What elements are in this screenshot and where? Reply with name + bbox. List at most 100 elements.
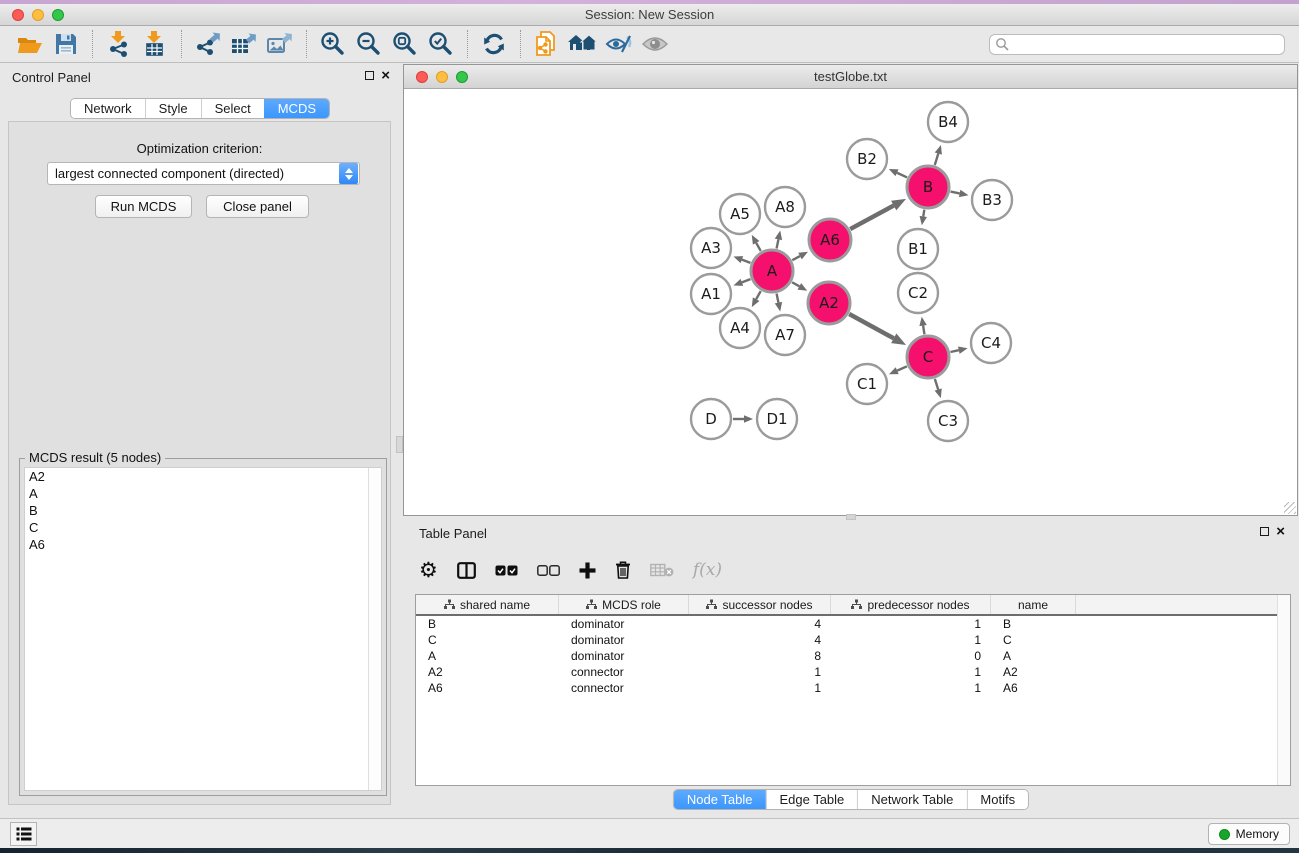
table-cell: 1: [689, 680, 831, 696]
result-list-item[interactable]: C: [25, 519, 381, 536]
export-network-icon[interactable]: [190, 29, 226, 59]
table-scrollbar[interactable]: [1277, 595, 1290, 785]
graph-edge-arrowhead: [959, 190, 969, 197]
tab-mcds[interactable]: MCDS: [264, 99, 329, 118]
table-tab-node-table[interactable]: Node Table: [674, 790, 766, 809]
select-all-columns-icon[interactable]: [495, 565, 518, 576]
network-view-window: testGlobe.txt AA1A2A3A4A5A6A7A8BB1B2B3B4…: [403, 64, 1298, 516]
tab-select[interactable]: Select: [201, 99, 264, 118]
network-resize-grip[interactable]: [1284, 502, 1296, 514]
main-toolbar: [0, 26, 1299, 63]
close-table-panel-icon[interactable]: ×: [1276, 526, 1285, 537]
graph-edge-A6-B[interactable]: [850, 206, 893, 230]
result-list-scrollbar[interactable]: [368, 468, 381, 790]
tab-network[interactable]: Network: [71, 99, 145, 118]
graph-edge-A-A4[interactable]: [756, 291, 761, 299]
search-input[interactable]: [1010, 36, 1284, 53]
graph-edge-B-B2[interactable]: [897, 173, 907, 178]
export-table-icon[interactable]: [226, 29, 262, 59]
column-header-successor-nodes[interactable]: successor nodes: [689, 595, 831, 614]
export-image-icon[interactable]: [262, 29, 298, 59]
float-panel-icon[interactable]: [365, 71, 374, 80]
add-column-icon[interactable]: [579, 562, 596, 579]
save-session-icon[interactable]: [48, 29, 84, 59]
table-row[interactable]: A2connector11A2: [416, 664, 1290, 680]
column-layout-icon[interactable]: [457, 562, 476, 579]
criterion-dropdown[interactable]: largest connected component (directed): [47, 162, 360, 185]
graph-edge-A-A3[interactable]: [742, 260, 751, 263]
graph-edge-A-A7[interactable]: [777, 294, 779, 303]
search-field[interactable]: [989, 34, 1285, 55]
open-session-icon[interactable]: [12, 29, 48, 59]
result-list-item[interactable]: A: [25, 485, 381, 502]
graph-node-label-C2: C2: [908, 284, 928, 302]
result-list-item[interactable]: A2: [25, 468, 381, 485]
graph-node-label-D: D: [705, 410, 717, 428]
tab-style[interactable]: Style: [145, 99, 201, 118]
graph-edge-C-C4[interactable]: [950, 350, 958, 352]
graph-edge-B-B1[interactable]: [923, 210, 924, 217]
zoom-out-icon[interactable]: [351, 29, 387, 59]
graph-edge-B-B3[interactable]: [951, 192, 960, 194]
zoom-fit-icon[interactable]: [387, 29, 423, 59]
run-mcds-button[interactable]: Run MCDS: [95, 195, 192, 218]
main-titlebar[interactable]: Session: New Session: [0, 4, 1299, 26]
network-minimize-button[interactable]: [436, 71, 448, 83]
float-table-panel-icon[interactable]: [1260, 527, 1269, 536]
import-table-icon[interactable]: [137, 29, 173, 59]
maximize-window-button[interactable]: [52, 9, 64, 21]
network-maximize-button[interactable]: [456, 71, 468, 83]
mcds-result-list[interactable]: A2ABCA6: [24, 467, 382, 791]
deselect-all-columns-icon[interactable]: [537, 565, 560, 576]
close-panel-button[interactable]: Close panel: [206, 195, 309, 218]
table-cell: 1: [831, 680, 991, 696]
graph-edge-A2-C[interactable]: [849, 314, 894, 338]
result-list-item[interactable]: B: [25, 502, 381, 519]
network-canvas[interactable]: AA1A2A3A4A5A6A7A8BB1B2B3B4CC1C2C3C4DD1: [404, 90, 1297, 515]
minimize-window-button[interactable]: [32, 9, 44, 21]
new-network-from-file-icon[interactable]: [529, 29, 565, 59]
column-header-mcds-role[interactable]: MCDS role: [559, 595, 689, 614]
table-tab-network-table[interactable]: Network Table: [857, 790, 966, 809]
criterion-value: largest connected component (directed): [48, 166, 339, 181]
graph-edge-A-A8[interactable]: [777, 239, 779, 248]
graph-edge-C-C3[interactable]: [935, 379, 938, 390]
column-header-predecessor-nodes[interactable]: predecessor nodes: [831, 595, 991, 614]
task-history-button[interactable]: [10, 822, 37, 846]
table-row[interactable]: A6connector11A6: [416, 680, 1290, 696]
vertical-splitter-handle[interactable]: [396, 436, 403, 453]
memory-button[interactable]: Memory: [1208, 823, 1290, 845]
zoom-in-icon[interactable]: [315, 29, 351, 59]
zoom-selected-icon[interactable]: [423, 29, 459, 59]
table-cell: A6: [991, 680, 1076, 696]
network-close-button[interactable]: [416, 71, 428, 83]
table-row[interactable]: Cdominator41C: [416, 632, 1290, 648]
delete-column-icon[interactable]: [615, 561, 631, 579]
settings-gear-icon[interactable]: ⚙: [419, 560, 438, 581]
graph-edge-B-B4[interactable]: [935, 154, 939, 165]
home-icon[interactable]: [565, 29, 601, 59]
table-tab-edge-table[interactable]: Edge Table: [765, 790, 857, 809]
table-row[interactable]: Adominator80A: [416, 648, 1290, 664]
node-table[interactable]: shared nameMCDS rolesuccessor nodesprede…: [415, 594, 1291, 786]
graph-edge-C-C2[interactable]: [923, 326, 924, 335]
graph-edge-C-C1[interactable]: [897, 366, 907, 370]
import-network-icon[interactable]: [101, 29, 137, 59]
column-header-shared-name[interactable]: shared name: [416, 595, 559, 614]
graph-edge-arrowhead: [935, 145, 942, 155]
eye-slash-glyph: [605, 33, 633, 55]
network-window-titlebar[interactable]: testGlobe.txt: [404, 65, 1297, 89]
table-tab-motifs[interactable]: Motifs: [966, 790, 1028, 809]
graph-edge-A-A6[interactable]: [792, 256, 800, 260]
graph-edge-A-A2[interactable]: [792, 282, 799, 286]
refresh-icon[interactable]: [476, 29, 512, 59]
close-window-button[interactable]: [12, 9, 24, 21]
graph-edge-A-A5[interactable]: [756, 243, 761, 251]
graph-edge-A-A1[interactable]: [742, 279, 751, 282]
result-list-item[interactable]: A6: [25, 536, 381, 553]
hide-panel-icon[interactable]: [601, 29, 637, 59]
show-panel-icon[interactable]: [637, 29, 673, 59]
column-header-name[interactable]: name: [991, 595, 1076, 614]
table-row[interactable]: Bdominator41B: [416, 616, 1290, 632]
close-panel-icon[interactable]: ×: [381, 70, 390, 81]
